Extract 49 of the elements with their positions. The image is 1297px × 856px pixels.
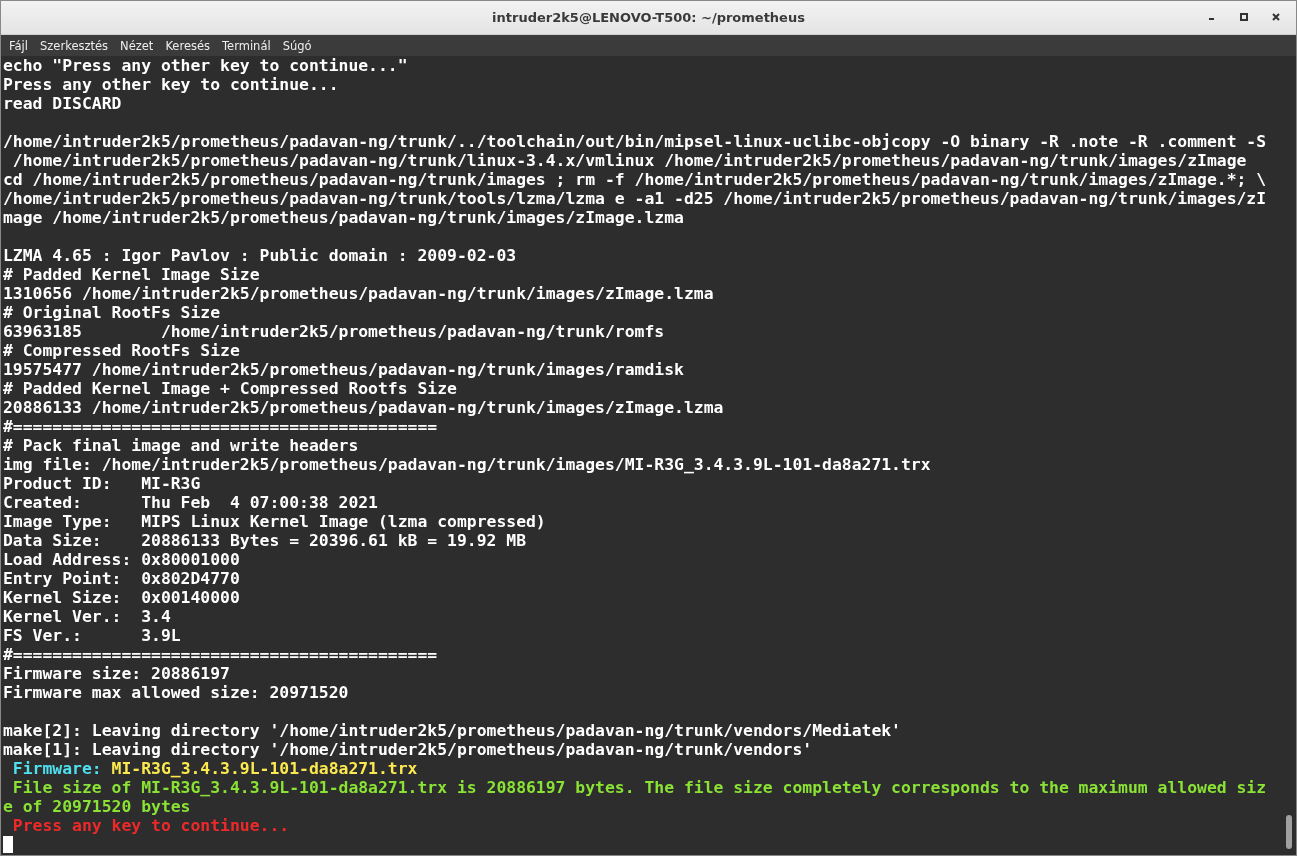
terminal-line: #=========================================== [3,645,439,664]
terminal-line: mage /home/intruder2k5/prometheus/padavan-ng/trunk/images/zImage.lzma [3,208,685,227]
terminal-line: Image Type: MIPS Linux Kernel Image (lzma compressed) [3,512,547,531]
terminal-line: e of 20971520 bytes [3,797,192,816]
terminal-line: 19575477 /home/intruder2k5/prometheus/padavan-ng/trunk/images/ramdisk [3,360,685,379]
terminal-line: Load Address: 0x80001000 [3,550,241,569]
menu-item[interactable]: Súgó [276,38,318,53]
scrollbar-thumb[interactable] [1286,815,1292,849]
terminal-line: make[2]: Leaving directory '/home/intruder2k5/prometheus/padavan-ng/trunk/vendors/Mediatek' [3,721,902,740]
terminal-line: Created: Thu Feb 4 07:00:38 2021 [3,493,379,512]
maximize-icon[interactable] [1240,13,1248,21]
terminal-line: 63963185 /home/intruder2k5/prometheus/padavan-ng/trunk/romfs [3,322,666,341]
text-cursor [3,836,13,853]
terminal-line: Kernel Ver.: 3.4 [3,607,172,626]
terminal-line: Firmware max allowed size: 20971520 [3,683,350,702]
terminal-line: Product ID: MI-R3G [3,474,202,493]
close-icon[interactable] [1272,13,1280,21]
window-title: intruder2k5@LENOVO-T500: ~/prometheus [492,10,805,25]
terminal-line: Kernel Size: 0x00140000 [3,588,241,607]
terminal-line: Press any other key to continue... [3,75,340,94]
terminal-line: # Padded Kernel Image Size [3,265,261,284]
menu-item[interactable]: Fájl [3,38,34,53]
terminal-line: Data Size: 20886133 Bytes = 20396.61 kB = 19.92 MB [3,531,527,550]
terminal-line: LZMA 4.65 : Igor Pavlov : Public domain : 2009-02-03 [3,246,518,265]
menu-item[interactable]: Nézet [114,38,160,53]
terminal-line: # Original RootFs Size [3,303,222,322]
terminal-line: Firmware: MI-R3G_3.4.3.9L-101-da8a271.trx [11,759,419,778]
terminal-line: Firmware size: 20886197 [3,664,231,683]
terminal-line: /home/intruder2k5/prometheus/padavan-ng/trunk/linux-3.4.x/vmlinux /home/intruder2k5/prometheus/padavan-ng/trunk/images/zImage [11,151,1248,170]
menu-item[interactable]: Terminál [216,38,277,53]
terminal-line: Press any key to continue... [11,816,291,835]
terminal-line: read DISCARD [3,94,123,113]
terminal-line: # Pack final image and write headers [3,436,360,455]
terminal-line: cd /home/intruder2k5/prometheus/padavan-ng/trunk/images ; rm -f /home/intruder2k5/prometheus/padavan-ng/trunk/images/zImage.*; \ [3,170,1268,189]
terminal-line: /home/intruder2k5/prometheus/padavan-ng/trunk/../toolchain/out/bin/mipsel-linux-uclibc-objcopy -O binary -R .note -R .comment -S [3,132,1268,151]
menu-item[interactable]: Keresés [159,38,217,53]
terminal-line: img file: /home/intruder2k5/prometheus/padavan-ng/trunk/images/MI-R3G_3.4.3.9L-101-da8a271.trx [3,455,932,474]
menu-item[interactable]: Szerkesztés [34,38,115,53]
terminal-line: 1310656 /home/intruder2k5/prometheus/padavan-ng/trunk/images/zImage.lzma [3,284,715,303]
terminal-line: #=========================================== [3,417,439,436]
terminal-line: # Compressed RootFs Size [3,341,241,360]
terminal-line: Entry Point: 0x802D4770 [3,569,241,588]
terminal-line: # Padded Kernel Image + Compressed Rootfs Size [3,379,458,398]
terminal-line: /home/intruder2k5/prometheus/padavan-ng/trunk/tools/lzma/lzma e -a1 -d25 /home/intruder2k5/prometheus/padavan-ng/trunk/images/zI [3,189,1268,208]
terminal-line: FS Ver.: 3.9L [3,626,182,645]
terminal-line: echo "Press any other key to continue..." [3,56,409,75]
terminal-line: make[1]: Leaving directory '/home/intruder2k5/prometheus/padavan-ng/trunk/vendors' [3,740,814,759]
terminal-line: 20886133 /home/intruder2k5/prometheus/padavan-ng/trunk/images/zImage.lzma [3,398,725,417]
terminal-line: File size of MI-R3G_3.4.3.9L-101-da8a271.trx is 20886197 bytes. The file size completely corresponds to the maximum allowed siz [11,778,1268,797]
